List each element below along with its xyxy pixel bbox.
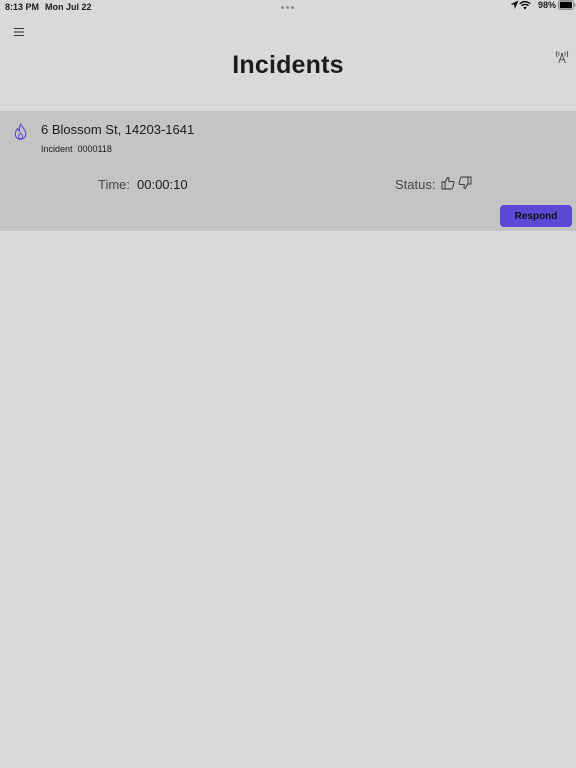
respond-button[interactable]: Respond <box>500 205 572 227</box>
status-label: Status: <box>395 177 436 192</box>
status-time: 8:13 PM <box>5 2 40 12</box>
navigation-bar: Incidents <box>0 14 576 110</box>
page-title: Incidents <box>232 51 344 79</box>
battery-percent: 98% <box>537 0 556 10</box>
multitasking-dots-icon[interactable] <box>281 6 295 9</box>
status-bar: 8:13 PM Mon Jul 22 98% <box>0 0 576 14</box>
elapsed-time: 00:00:10 <box>137 177 188 192</box>
battery-icon <box>558 0 576 12</box>
status-date: Mon Jul 22 <box>45 2 92 12</box>
time-label: Time: <box>98 177 131 192</box>
antenna-broadcast-icon[interactable] <box>554 48 570 64</box>
incident-number: Incident 0000118 <box>41 144 112 154</box>
fire-icon <box>13 123 28 141</box>
wifi-icon <box>519 0 531 12</box>
incident-card[interactable]: 6 Blossom St, 14203-1641 Incident 000011… <box>0 111 576 231</box>
incident-address: 6 Blossom St, 14203-1641 <box>41 122 195 137</box>
hamburger-menu-icon[interactable] <box>12 25 26 39</box>
thumbs-up-icon[interactable] <box>441 176 455 190</box>
thumbs-down-icon[interactable] <box>458 176 472 190</box>
location-arrow-icon <box>510 0 519 12</box>
